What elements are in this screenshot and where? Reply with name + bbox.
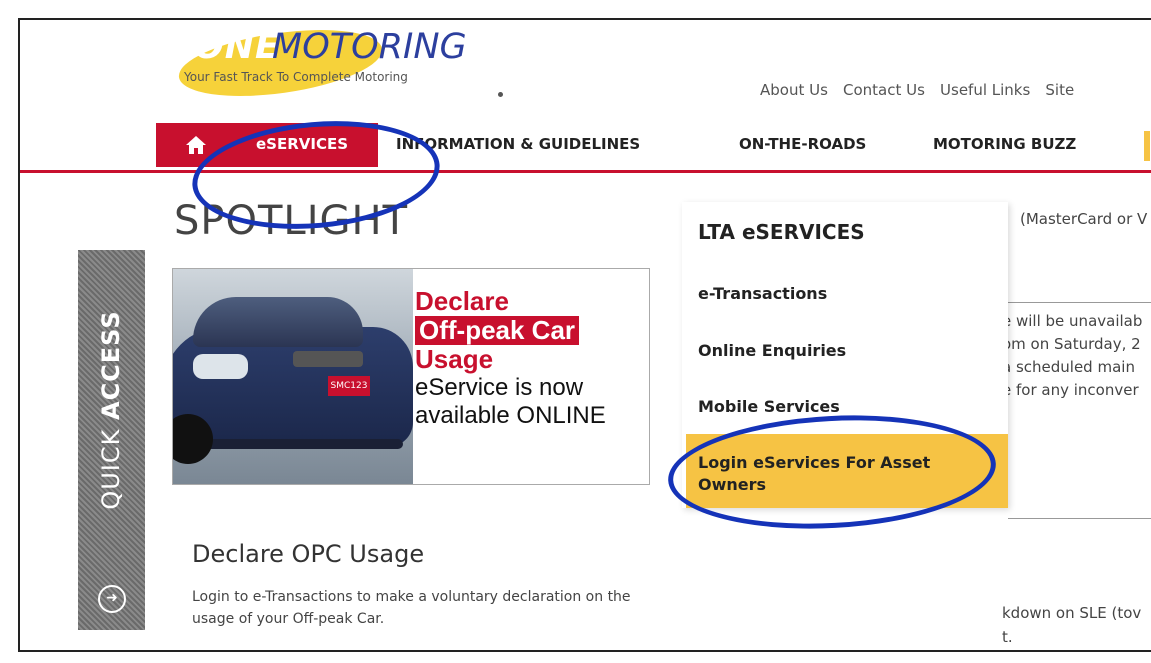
car-windshield bbox=[193, 297, 363, 347]
contact-us-link[interactable]: Contact Us bbox=[843, 81, 925, 99]
bg-line-2: om on Saturday, 2 bbox=[1002, 335, 1141, 353]
bg-line-4: e for any inconver bbox=[1002, 381, 1139, 399]
home-icon bbox=[186, 136, 206, 154]
circle-arrow-icon[interactable]: ➜ bbox=[98, 585, 126, 613]
menu-online-enquiries[interactable]: Online Enquiries bbox=[698, 341, 846, 360]
bg-line-1: e will be unavailab bbox=[1002, 312, 1143, 330]
bg-line-6: t. bbox=[1002, 628, 1013, 646]
quick-access-panel[interactable]: QUICK ACCESS ➜ bbox=[78, 250, 145, 630]
bg-line-5: kdown on SLE (tov bbox=[1002, 604, 1142, 622]
bg-divider-2 bbox=[1008, 518, 1151, 519]
promo-line3: Usage bbox=[415, 344, 494, 374]
dropdown-heading: LTA eSERVICES bbox=[698, 220, 865, 244]
quick-prefix: QUICK bbox=[97, 420, 125, 510]
useful-links-link[interactable]: Useful Links bbox=[940, 81, 1030, 99]
opc-description: Login to e-Transactions to make a volunt… bbox=[192, 589, 631, 627]
menu-e-transactions[interactable]: e-Transactions bbox=[698, 284, 827, 303]
quick-bold: ACCESS bbox=[97, 310, 125, 421]
nav-motoring-buzz[interactable]: MOTORING BUZZ bbox=[933, 135, 1076, 153]
main-nav: eSERVICES INFORMATION & GUIDELINES ON-TH… bbox=[156, 123, 1151, 167]
car-grille bbox=[293, 351, 363, 367]
quick-access-label: QUICK ACCESS bbox=[97, 310, 125, 509]
bg-card-text: (MasterCard or V bbox=[1020, 210, 1148, 228]
nav-underline bbox=[20, 170, 1151, 173]
car-headlight bbox=[193, 354, 248, 379]
menu-mobile-services[interactable]: Mobile Services bbox=[698, 397, 840, 416]
login-asset-owners-label: Login eServices For Asset Owners bbox=[698, 453, 931, 494]
nav-eservices[interactable]: eSERVICES bbox=[256, 135, 348, 153]
bg-divider-1 bbox=[1008, 302, 1151, 303]
about-us-link[interactable]: About Us bbox=[760, 81, 828, 99]
eservices-dropdown: LTA eSERVICES e-Transactions Online Enqu… bbox=[682, 202, 1008, 508]
logo-tagline: Your Fast Track To Complete Motoring bbox=[184, 70, 408, 84]
nav-on-the-roads[interactable]: ON-THE-ROADS bbox=[739, 135, 866, 153]
promo-line1: Declare bbox=[415, 286, 509, 316]
top-links: About Us Contact Us Useful Links Site bbox=[760, 80, 1084, 99]
bg-line-3: a scheduled main bbox=[1002, 358, 1135, 376]
promo-line5: available ONLINE bbox=[415, 402, 606, 429]
spotlight-title: SPOTLIGHT bbox=[174, 198, 409, 244]
car-plate: SMC123 bbox=[328, 376, 370, 396]
nav-information-guidelines[interactable]: INFORMATION & GUIDELINES bbox=[396, 135, 640, 153]
screenshot-frame: ONE MOTORING Your Fast Track To Complete… bbox=[18, 18, 1151, 652]
promo-line4: eService is now bbox=[415, 374, 584, 401]
car-image: SMC123 bbox=[173, 269, 413, 484]
stray-dot bbox=[498, 92, 503, 97]
promo-banner[interactable]: SMC123 Declare Off-peak Car Usage eServi… bbox=[172, 268, 650, 485]
car-bumper bbox=[203, 439, 403, 449]
promo-line2: Off-peak Car bbox=[415, 316, 580, 345]
sitemap-link[interactable]: Site bbox=[1045, 81, 1074, 99]
nav-edge-nub bbox=[1144, 131, 1150, 161]
menu-login-asset-owners[interactable]: Login eServices For Asset Owners bbox=[686, 434, 1008, 508]
onemotoring-logo[interactable]: ONE MOTORING Your Fast Track To Complete… bbox=[172, 20, 512, 107]
home-tab[interactable] bbox=[156, 123, 238, 167]
logo-motoring: MOTORING bbox=[272, 27, 467, 67]
opc-title[interactable]: Declare OPC Usage bbox=[192, 540, 424, 568]
logo-one: ONE bbox=[194, 27, 280, 67]
promo-text: Declare Off-peak Car Usage eService is n… bbox=[415, 287, 606, 430]
